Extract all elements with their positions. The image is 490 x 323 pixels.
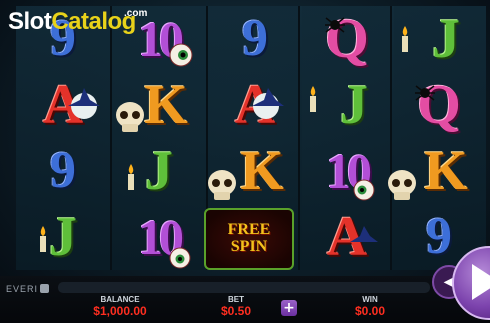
balance-value: $1,000.00 <box>93 304 147 318</box>
bet-increase-button[interactable]: + <box>281 300 297 316</box>
symbol-9: 9 <box>242 10 268 67</box>
symbol-k: K <box>144 74 188 136</box>
symbol-j: J <box>49 206 77 268</box>
free-spin-symbol: FREE SPIN <box>204 208 294 270</box>
logo-domain: .com <box>124 8 148 19</box>
reel-symbol: 9 <box>208 6 302 72</box>
reel-symbol: J <box>16 204 110 270</box>
bet-value: $0.50 <box>220 304 252 318</box>
logo-part1: Slot <box>8 8 52 35</box>
witch-hat-icon <box>68 88 100 119</box>
bet-label: BET <box>228 295 244 304</box>
symbol-j: J <box>432 8 460 70</box>
free-spin-line1: FREE <box>227 221 271 239</box>
symbol-k: K <box>240 140 284 202</box>
free-spin-line2: SPIN <box>230 238 268 255</box>
play-icon <box>472 264 490 300</box>
skull-icon <box>116 102 144 132</box>
candle-icon <box>128 164 134 190</box>
brand-mark-icon <box>40 284 50 293</box>
win-value: $0.00 <box>354 304 386 318</box>
slot-game: 9 A 9 J 10 K J 10 9 A K FREE SPIN Q J 10… <box>0 0 490 323</box>
symbol-9: 9 <box>426 208 452 265</box>
reel-symbol: 9 <box>16 138 110 204</box>
spider-icon <box>415 85 435 101</box>
balance-label: BALANCE <box>100 295 140 304</box>
reel-symbol: Q <box>300 6 394 72</box>
everi-logo: EVERI <box>6 284 50 294</box>
reel-symbol: Q <box>392 72 486 138</box>
win-label: WIN <box>362 295 378 304</box>
skull-icon <box>388 170 416 200</box>
witch-hat-icon <box>350 226 378 242</box>
brand-text: EVERI <box>6 284 39 294</box>
symbol-k: K <box>424 140 468 202</box>
candle-icon <box>402 26 408 52</box>
witch-hat-icon <box>252 88 284 119</box>
eyeball-icon <box>169 247 191 269</box>
message-bar <box>58 282 430 293</box>
plus-icon: + <box>283 300 295 316</box>
eyeball-icon <box>169 43 193 67</box>
eyeball-icon <box>353 179 375 201</box>
symbol-9: 9 <box>50 142 76 199</box>
slotcatalog-logo: SlotCatalog <box>8 8 136 36</box>
spider-icon <box>325 17 345 33</box>
skull-icon <box>208 170 236 200</box>
symbol-j: J <box>145 140 173 202</box>
reel-symbol: A <box>300 204 394 270</box>
candle-icon <box>310 86 316 112</box>
symbol-j: J <box>340 74 368 136</box>
candle-icon <box>40 226 46 252</box>
reel-symbol: 10 <box>300 138 394 204</box>
